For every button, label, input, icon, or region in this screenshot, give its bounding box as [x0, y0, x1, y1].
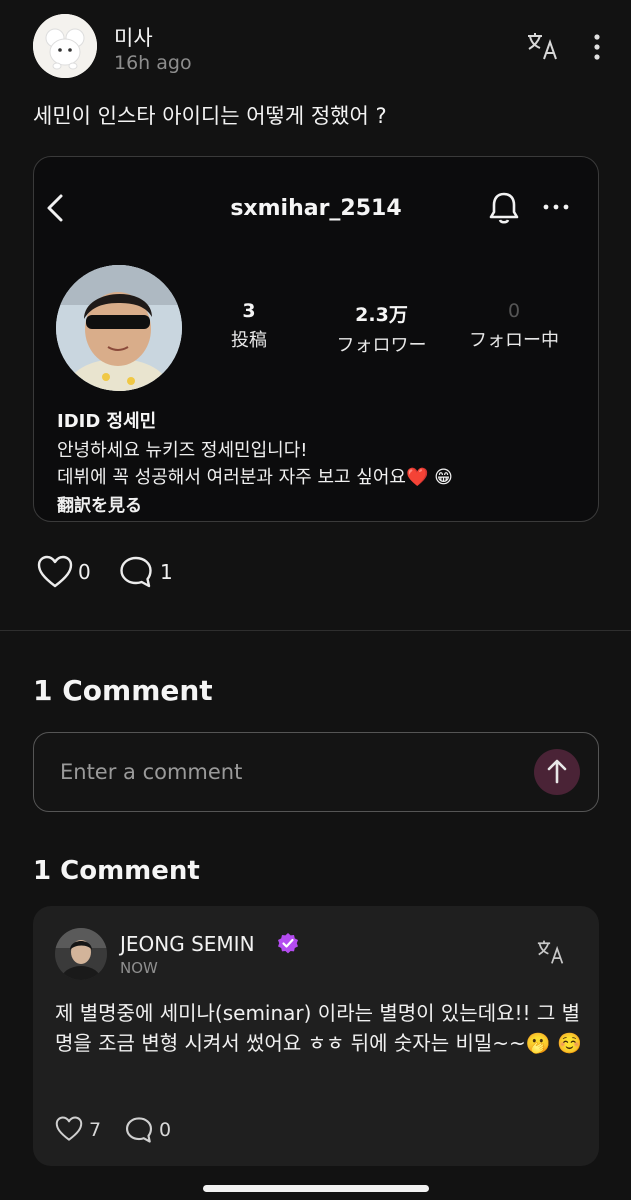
like-count: 0 [78, 560, 91, 584]
commenter-name[interactable]: JEONG SEMIN [120, 932, 255, 956]
section-divider [0, 630, 631, 631]
embed-display-name: IDID 정세민 [57, 411, 157, 432]
stat-followers-value: 2.3万 [355, 304, 408, 326]
comment-bubble-icon [125, 1117, 153, 1143]
post-image[interactable]: sxmihar_2514 3 投稿 2.3万 フォロワー 0 フォロー中 IDI… [33, 156, 599, 522]
comment-reply-count: 0 [159, 1119, 172, 1141]
comment-bubble-icon [120, 556, 152, 588]
comment-like-button[interactable]: 7 [55, 1116, 115, 1144]
bell-icon [488, 191, 520, 225]
post-text: 세민이 인스타 아이디는 어떻게 정했어 ? [33, 104, 387, 128]
commenter-avatar[interactable] [55, 928, 107, 980]
comment-input[interactable] [60, 755, 510, 789]
heart-icon [55, 1116, 83, 1141]
comment-timestamp: NOW [120, 959, 158, 977]
stat-posts-label: 投稿 [231, 330, 267, 351]
profile-photo [56, 265, 182, 391]
post-timestamp: 16h ago [114, 52, 192, 74]
stat-following-label: フォロー中 [469, 330, 559, 351]
stat-posts: 3 投稿 [214, 300, 284, 352]
author-name[interactable]: 미사 [114, 22, 153, 52]
send-comment-button[interactable] [534, 749, 580, 795]
comment-translate-icon[interactable] [536, 938, 566, 966]
heart-icon [37, 555, 73, 588]
comment-card: JEONG SEMIN NOW 제 별명중에 세미나(seminar) 이라는 … [33, 906, 599, 1166]
more-options-icon[interactable] [585, 32, 609, 62]
comment-reply-button[interactable]: 0 [125, 1116, 185, 1144]
embed-more-icon [542, 199, 570, 213]
embed-bio-line-2: 데뷔에 꼭 성공해서 여러분과 자주 보고 싶어요❤️ 😁 [57, 467, 453, 488]
stat-posts-value: 3 [242, 300, 256, 322]
comment-button[interactable]: 1 [119, 555, 189, 589]
verified-badge-icon [276, 931, 300, 955]
like-button[interactable]: 0 [37, 555, 107, 589]
embed-bio-line-1: 안녕하세요 뉴키즈 정세민입니다! [57, 440, 308, 461]
post-header: 미사 16h ago [33, 14, 608, 80]
arrow-up-icon [547, 759, 567, 784]
comment-count: 1 [160, 560, 173, 584]
stat-following: 0 フォロー中 [459, 300, 569, 352]
home-indicator[interactable] [203, 1185, 429, 1192]
stat-followers-label: フォロワー [336, 335, 427, 356]
comments-heading: 1 Comment [33, 674, 213, 707]
stat-following-value: 0 [507, 300, 521, 322]
post-detail-screen: 미사 16h ago 세민이 인스타 아이디는 어떻게 정했어 ? sxmiha… [0, 0, 631, 1200]
comment-like-count: 7 [89, 1119, 102, 1141]
comments-list-heading: 1 Comment [33, 856, 200, 886]
comment-text: 제 별명중에 세미나(seminar) 이라는 별명이 있는데요!! 그 별명을… [55, 1001, 582, 1055]
author-avatar[interactable] [33, 14, 97, 78]
translate-icon[interactable] [526, 30, 560, 62]
comment-composer [33, 732, 599, 812]
embed-see-translation: 翻訳を見る [57, 496, 142, 516]
stat-followers: 2.3万 フォロワー [324, 300, 439, 357]
